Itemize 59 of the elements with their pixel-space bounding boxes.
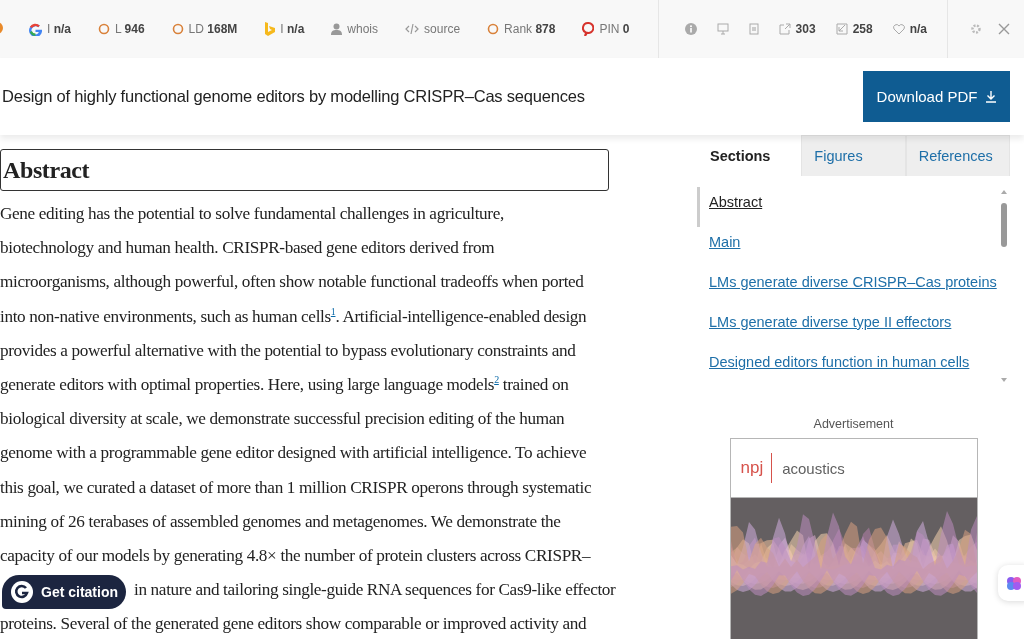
info-icon[interactable] <box>684 23 697 35</box>
toolbar-metric[interactable]: PIN 0 <box>599 22 630 36</box>
abstract-line: Gene editing has the potential to solve fundamental challenges in agriculture, <box>0 203 504 225</box>
download-icon <box>986 90 997 103</box>
heart-icon[interactable] <box>892 23 905 35</box>
assistant-button[interactable] <box>998 565 1024 601</box>
advertisement-label: Advertisement <box>813 417 894 431</box>
toolbar-metric[interactable]: 303 <box>795 22 816 36</box>
abstract-line: this goal, we curated a dataset of more than 1 million CRISPR operons through systematic <box>0 476 592 499</box>
close-icon[interactable] <box>998 23 1010 35</box>
tab[interactable]: Figures <box>801 135 906 176</box>
tab[interactable]: References <box>905 135 1010 176</box>
circle-icon[interactable] <box>171 23 184 35</box>
toolbar-metric[interactable]: Rank 878 <box>504 22 556 36</box>
toolbar-metric[interactable]: I n/a <box>47 22 71 36</box>
code-icon[interactable] <box>405 23 420 35</box>
abstract-heading: Abstract <box>0 149 609 191</box>
pin-icon[interactable] <box>582 22 595 36</box>
external-link-icon[interactable] <box>778 23 791 35</box>
inbound-link-icon[interactable] <box>835 23 848 35</box>
abstract-line: mining of 26 terabases of assembled genomes and metagenomes. We demonstrate the <box>0 510 561 533</box>
circle-icon[interactable] <box>98 23 110 35</box>
abstract-line: in nature and tailoring single-guide RNA sequences for Cas9-like effector <box>134 579 616 602</box>
document-icon[interactable] <box>748 23 759 35</box>
section-link[interactable]: LMs generate diverse type II effectors <box>709 314 952 330</box>
abstract-line: into non-native environments, such as human cells$^{1}$. Artificial-intelligence-enabled design <box>0 304 587 328</box>
abstract-line: capacity of our models by generating 4.8× the number of protein clusters across CRISPR– <box>0 544 591 567</box>
abstract-line: biotechnology and human health. CRISPR-based gene editors derived from <box>0 237 495 260</box>
journal-name: acoustics <box>782 459 845 477</box>
section-link[interactable]: LMs generate diverse CRISPR–Cas proteins <box>709 274 997 290</box>
google-icon[interactable] <box>29 22 42 36</box>
abstract-line: genome with a programmable gene editor designed with artificial intelligence. To achieve <box>0 442 587 465</box>
toolbar-metric[interactable]: whois <box>347 22 379 36</box>
advertisement-banner[interactable]: npj acoustics <box>729 438 978 639</box>
toolbar-metric[interactable]: LD 168M <box>188 22 238 36</box>
abstract-line: microorganisms, although powerful, often show notable functional tradeoffs when ported <box>0 271 584 294</box>
toolbar-metric[interactable]: L 946 <box>115 22 145 36</box>
section-link[interactable]: Main <box>709 234 741 250</box>
person-icon[interactable] <box>331 23 343 35</box>
settings-icon[interactable] <box>970 23 982 35</box>
section-link[interactable]: Abstract <box>709 194 763 210</box>
circle-icon[interactable] <box>487 23 500 35</box>
article-title: Design of highly functional genome editors by modelling CRISPR–Cas sequences <box>2 87 585 106</box>
get-citation-button[interactable]: Get citation <box>2 575 126 609</box>
bing-icon[interactable] <box>264 22 276 36</box>
section-link[interactable]: Designed editors function in human cells <box>709 354 970 370</box>
abstract-line: proteins. Several of the generated gene editors show comparable or improved activity and <box>0 613 587 636</box>
toolbar-metric[interactable]: 258 <box>852 22 873 36</box>
quote-logo-icon <box>10 580 34 604</box>
toolbar-metric[interactable]: n/a <box>909 22 927 36</box>
abstract-line: biological diversity at scale, we demonstrate successful precision editing of the human <box>0 408 565 431</box>
monitor-icon[interactable] <box>716 23 729 35</box>
abstract-line: provides a powerful alternative with the potential to bypass evolutionary constraints and <box>0 339 576 362</box>
brain-icon <box>1006 575 1022 591</box>
abstract-line: generate editors with optimal properties. Here, using large language models$^{2}$ trained on <box>0 373 569 396</box>
toolbar-metric[interactable]: source <box>424 22 461 36</box>
download-pdf-button[interactable]: Download PDF <box>863 71 1010 122</box>
brand-logo: npj <box>740 453 773 483</box>
toolbar-metric[interactable]: I n/a <box>280 22 305 36</box>
